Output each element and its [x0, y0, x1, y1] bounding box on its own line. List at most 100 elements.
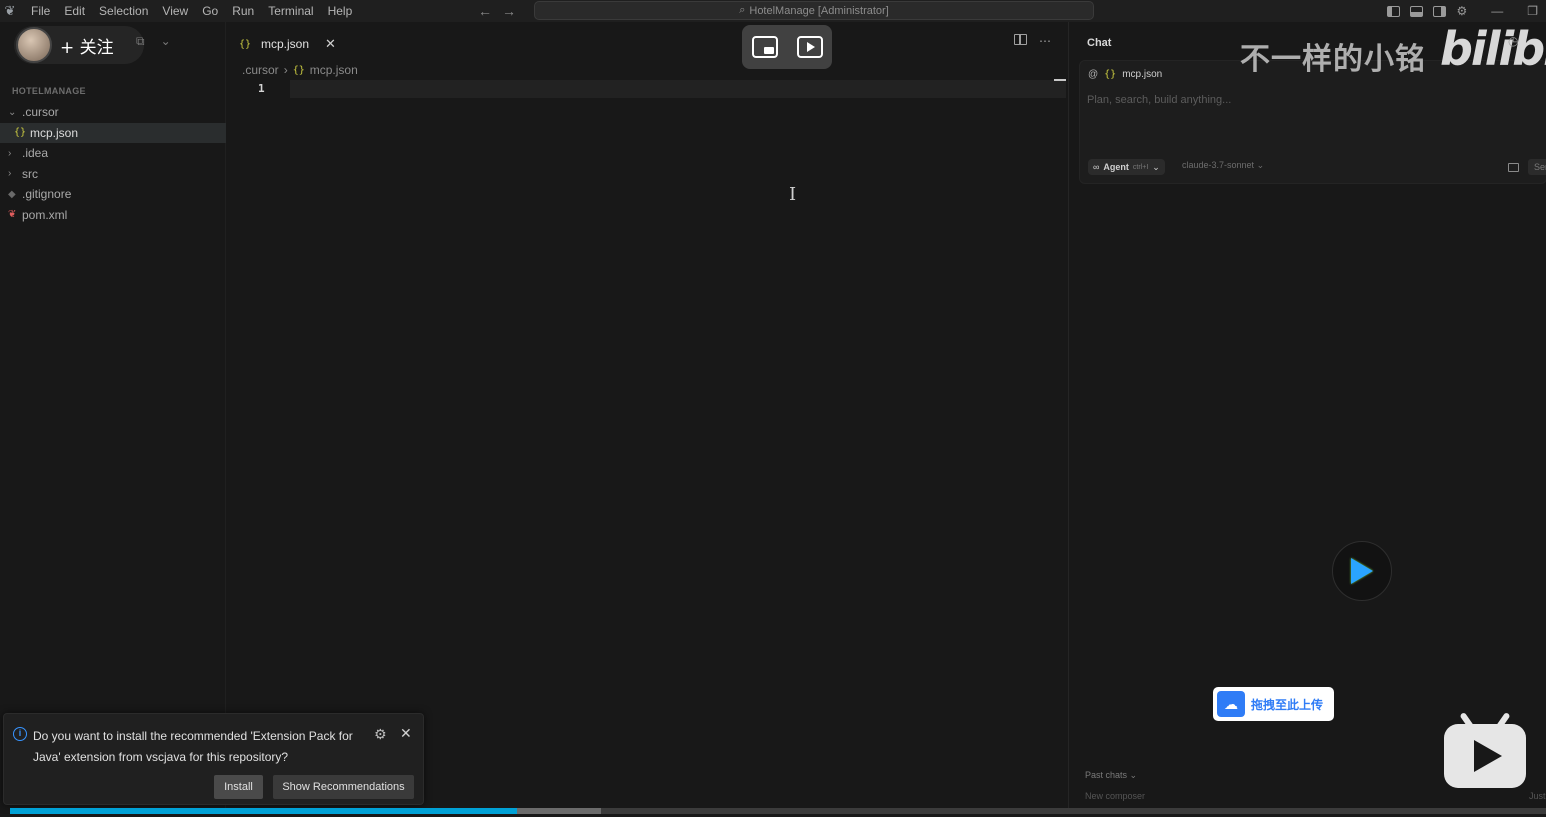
split-editor-icon[interactable] [1014, 34, 1027, 45]
toggle-panel-icon[interactable] [1410, 5, 1424, 17]
chevron-down-icon: ⌄ [1129, 770, 1138, 780]
menu-go[interactable]: Go [195, 0, 225, 22]
forward-arrow-icon[interactable]: → [502, 3, 516, 19]
minimize-icon[interactable]: — [1491, 4, 1503, 18]
breadcrumb-item[interactable]: .cursor [242, 63, 279, 77]
app-logo-icon: ❦ [4, 3, 16, 18]
menu-view[interactable]: View [155, 0, 195, 22]
tree-item-pom-xml[interactable]: ❦ pom.xml [0, 205, 226, 226]
more-actions-icon[interactable]: ⋯ [1039, 34, 1051, 48]
minimap-indicator[interactable] [1054, 79, 1066, 81]
menu-terminal[interactable]: Terminal [261, 0, 320, 22]
chat-placeholder[interactable]: Plan, search, build anything... [1087, 94, 1231, 106]
follow-button[interactable]: + 关注 [14, 26, 144, 64]
cloud-upload-icon: ☁ [1217, 691, 1245, 717]
tree-item-gitignore[interactable]: ◆ .gitignore [0, 184, 226, 205]
tree-item-label: mcp.json [30, 125, 79, 140]
chevron-right-icon: › [8, 168, 12, 180]
git-file-icon: ◆ [8, 188, 16, 200]
chevron-right-icon: › [283, 63, 288, 77]
gear-icon[interactable]: ⚙ [374, 726, 387, 743]
picture-in-picture-icon[interactable] [751, 36, 778, 58]
past-chats-label: Past chats [1085, 770, 1128, 780]
menu-edit[interactable]: Edit [57, 0, 92, 22]
tree-item-label: pom.xml [22, 207, 68, 222]
close-icon[interactable]: ✕ [325, 36, 336, 52]
json-file-icon: {} [292, 64, 305, 76]
current-line-highlight[interactable] [290, 80, 1066, 98]
tree-item-cursor-folder[interactable]: ⌄ .cursor [0, 102, 226, 123]
restore-icon[interactable]: ❐ [1527, 4, 1538, 18]
new-file-icon[interactable]: ⧉ [136, 34, 145, 49]
menu-file[interactable]: File [24, 0, 57, 22]
agent-mode-selector[interactable]: ∞ Agent ctrl+I ⌄ [1088, 159, 1165, 175]
model-selector[interactable]: claude-3.7-sonnet ⌄ [1182, 160, 1264, 171]
follow-label: + 关注 [60, 37, 114, 58]
context-chip[interactable]: @ {} mcp.json [1088, 69, 1162, 80]
chevron-down-icon[interactable]: ⌄ [161, 34, 171, 49]
extension-recommendation-toast: i Do you want to install the recommended… [3, 713, 424, 805]
settings-gear-icon[interactable]: ⚙ [1456, 4, 1467, 18]
past-chats-toggle[interactable]: Past chats ⌄ [1085, 770, 1137, 781]
tab-mcp-json[interactable]: {} mcp.json ✕ [233, 32, 337, 56]
bilibili-logo: bilibili [1440, 22, 1546, 76]
tree-item-idea-folder[interactable]: › .idea [0, 143, 226, 164]
upload-label: 拖拽至此上传 [1251, 697, 1324, 712]
chevron-down-icon: ⌄ [8, 106, 17, 118]
image-attach-icon[interactable] [1508, 163, 1519, 172]
menu-selection[interactable]: Selection [92, 0, 155, 22]
json-file-icon: {} [239, 38, 252, 50]
title-bar: ❦ File Edit Selection View Go Run Termin… [0, 0, 1546, 22]
project-title: HOTELMANAGE [12, 86, 86, 96]
search-icon: ⌕ [739, 4, 746, 16]
install-button[interactable]: Install [214, 775, 263, 799]
tree-item-label: .idea [22, 146, 49, 161]
infinity-icon: ∞ [1093, 162, 1100, 172]
line-number: 1 [258, 82, 265, 95]
tree-item-label: .gitignore [22, 187, 72, 202]
agent-shortcut: ctrl+I [1132, 163, 1149, 171]
player-play-button[interactable] [1332, 541, 1392, 601]
tree-item-label: .cursor [22, 105, 59, 120]
send-button[interactable]: Send [1528, 159, 1546, 175]
avatar[interactable] [16, 27, 52, 63]
command-center-label: HotelManage [Administrator] [749, 4, 889, 17]
editor-actions: ⋯ [1014, 34, 1051, 48]
json-file-icon: {} [1104, 69, 1117, 80]
video-play-icon[interactable] [796, 36, 823, 58]
json-file-icon: {} [14, 127, 27, 139]
uploader-watermark: 不一样的小铭 [1240, 42, 1426, 77]
breadcrumb-item[interactable]: mcp.json [310, 63, 358, 77]
chat-title: Chat [1087, 37, 1112, 49]
command-center-search[interactable]: ⌕ HotelManage [Administrator] [534, 1, 1094, 20]
play-icon [1351, 558, 1373, 584]
tree-item-mcp-json[interactable]: {} mcp.json [0, 122, 226, 143]
tab-label: mcp.json [261, 37, 310, 51]
breadcrumb: .cursor › {} mcp.json [242, 63, 358, 77]
info-icon: i [13, 727, 27, 741]
toggle-secondary-sidebar-icon[interactable] [1433, 5, 1447, 17]
progress-played [10, 808, 517, 814]
close-icon[interactable]: ✕ [400, 725, 412, 742]
file-tree: ⌄ .cursor {} mcp.json › .idea › src ◆ .g… [0, 102, 226, 225]
video-progress-bar[interactable] [10, 808, 1546, 814]
history-icon[interactable]: ◷ [1508, 34, 1518, 48]
mention-icon: @ [1088, 69, 1099, 80]
menu-help[interactable]: Help [321, 0, 360, 22]
chevron-down-icon: ⌄ [1256, 160, 1265, 170]
back-arrow-icon[interactable]: ← [478, 3, 492, 19]
menu-bar: File Edit Selection View Go Run Terminal… [24, 0, 359, 22]
upload-drop-button[interactable]: ☁ 拖拽至此上传 [1213, 687, 1334, 721]
chat-input-box[interactable]: @ {} mcp.json Plan, search, build anythi… [1079, 60, 1546, 184]
maven-file-icon: ❦ [8, 209, 17, 221]
window-controls: ⚙ — ❐ [1387, 0, 1538, 22]
chevron-right-icon: › [8, 147, 12, 159]
editor-tab-bar: {} mcp.json ✕ [227, 30, 1067, 56]
bilibili-tv-icon[interactable] [1444, 711, 1526, 788]
model-label: claude-3.7-sonnet [1182, 160, 1255, 170]
history-item[interactable]: New composer [1085, 791, 1145, 801]
menu-run[interactable]: Run [225, 0, 261, 22]
show-recommendations-button[interactable]: Show Recommendations [273, 775, 414, 799]
tree-item-src-folder[interactable]: › src [0, 164, 226, 185]
toggle-sidebar-icon[interactable] [1387, 5, 1401, 17]
